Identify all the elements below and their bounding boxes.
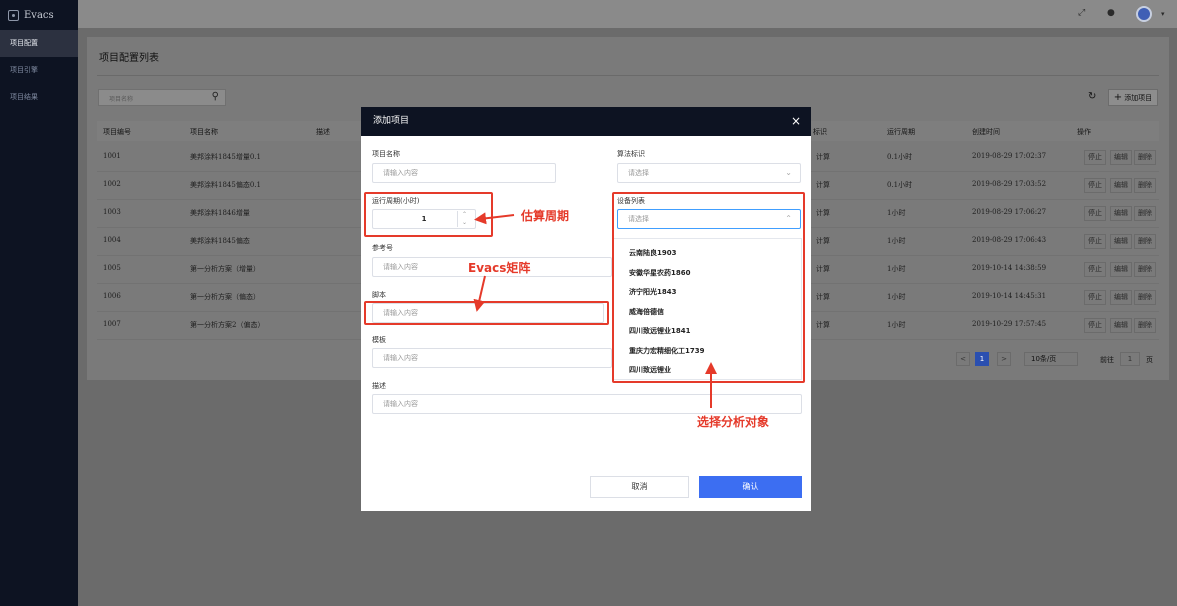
arrow-cycle xyxy=(474,212,515,225)
annotation-arrows xyxy=(473,212,717,408)
arrow-script xyxy=(473,275,486,312)
